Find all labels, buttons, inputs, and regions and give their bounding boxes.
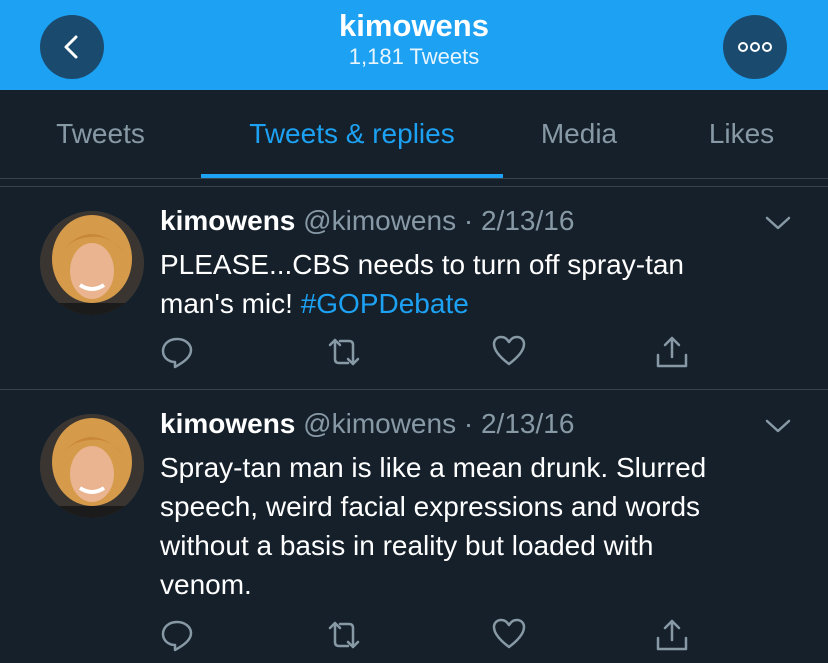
chevron-down-icon[interactable]	[764, 215, 792, 231]
tweet-text-fragment: man's mic!	[160, 288, 301, 319]
tweet[interactable]: kimowens @kimowens · 2/13/16 PLEASE...CB…	[0, 187, 828, 390]
tweet-header: kimowens @kimowens · 2/13/16	[160, 408, 574, 440]
tab-likes[interactable]: Likes	[655, 90, 828, 178]
retweet-icon[interactable]	[326, 335, 362, 369]
tab-media[interactable]: Media	[503, 90, 655, 178]
tweet-text-line: without a basis in reality but loaded wi…	[160, 530, 654, 561]
tab-tweets[interactable]: Tweets	[0, 90, 201, 178]
author-name[interactable]: kimowens	[160, 408, 295, 439]
author-handle: @kimowens	[303, 408, 457, 439]
avatar-image	[40, 414, 144, 518]
reply-icon[interactable]	[160, 335, 194, 369]
tweet-date[interactable]: 2/13/16	[481, 408, 574, 439]
tweet-text-line: venom.	[160, 569, 252, 600]
like-icon[interactable]	[492, 335, 526, 367]
tweet-text-line: Spray-tan man is like a mean drunk. Slur…	[160, 452, 707, 483]
separator: ·	[456, 408, 481, 439]
more-button[interactable]	[723, 15, 787, 79]
profile-name: kimowens	[339, 8, 489, 43]
tweet[interactable]: kimowens @kimowens · 2/13/16 Spray-tan m…	[0, 390, 828, 663]
tweet-text-line: man's mic! #GOPDebate	[160, 284, 780, 323]
like-icon[interactable]	[492, 618, 526, 650]
author-name[interactable]: kimowens	[160, 205, 295, 236]
tweet-text: PLEASE...CBS needs to turn off spray-tan…	[160, 245, 780, 323]
chevron-down-icon[interactable]	[764, 418, 792, 434]
tab-tweets-and-replies[interactable]: Tweets & replies	[201, 90, 503, 178]
tweet-header: kimowens @kimowens · 2/13/16	[160, 205, 574, 237]
tweet-date[interactable]: 2/13/16	[481, 205, 574, 236]
hashtag-link[interactable]: #GOPDebate	[301, 288, 469, 319]
share-icon[interactable]	[655, 618, 689, 652]
avatar[interactable]	[40, 414, 144, 518]
more-horizontal-icon	[738, 42, 772, 52]
tweet-count: 1,181 Tweets	[348, 44, 480, 69]
active-tab-indicator	[201, 174, 503, 178]
share-icon[interactable]	[655, 335, 689, 369]
author-handle: @kimowens	[303, 205, 457, 236]
profile-header: kimowens 1,181 Tweets	[0, 0, 828, 90]
tweet-text: Spray-tan man is like a mean drunk. Slur…	[160, 448, 780, 604]
avatar[interactable]	[40, 211, 144, 315]
retweet-icon[interactable]	[326, 618, 362, 652]
avatar-image	[40, 211, 144, 315]
profile-tabs: Tweets Tweets & replies Media Likes	[0, 90, 828, 179]
reply-icon[interactable]	[160, 618, 194, 652]
tweet-text-line: PLEASE...CBS needs to turn off spray-tan	[160, 249, 684, 280]
tweet-text-line: speech, weird facial expressions and wor…	[160, 491, 701, 522]
separator: ·	[456, 205, 481, 236]
